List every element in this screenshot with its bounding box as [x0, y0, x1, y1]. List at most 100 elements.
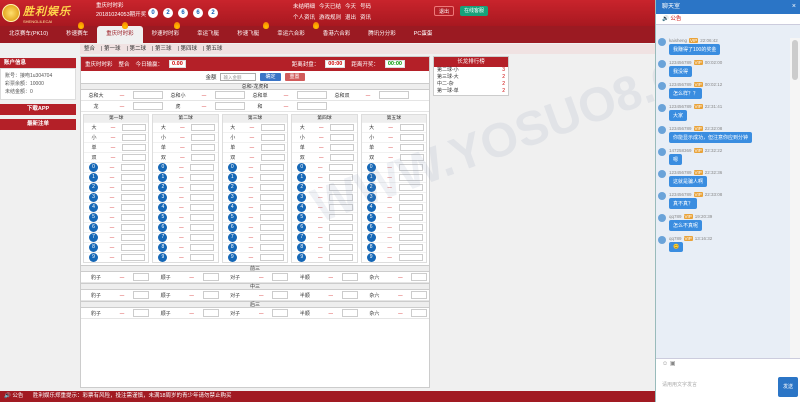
- bet-input[interactable]: [190, 194, 215, 201]
- link-settled[interactable]: 今天已结: [319, 4, 341, 10]
- confirm-button[interactable]: 确定: [260, 73, 281, 81]
- amount-input[interactable]: 输入金额: [220, 73, 257, 81]
- bet-input[interactable]: [190, 174, 215, 181]
- bet-input[interactable]: [259, 174, 284, 181]
- bet-input[interactable]: [272, 291, 289, 299]
- link-news[interactable]: 资讯: [360, 15, 371, 21]
- bet-input[interactable]: [121, 244, 145, 251]
- bet-input[interactable]: [398, 234, 423, 241]
- link-rules[interactable]: 游戏规则: [319, 15, 341, 21]
- nav-item-active[interactable]: 重庆时时彩: [97, 26, 143, 43]
- nav-item[interactable]: 秒速赛车: [57, 26, 97, 43]
- send-button[interactable]: 发送: [778, 377, 798, 397]
- bet-input[interactable]: [133, 273, 149, 281]
- nav-item[interactable]: PC蛋蛋: [405, 26, 442, 43]
- bet-input[interactable]: [121, 194, 145, 201]
- bet-input[interactable]: [398, 224, 423, 231]
- subnav-item[interactable]: 第二球: [129, 46, 146, 52]
- bet-input[interactable]: [133, 91, 163, 99]
- bet-input[interactable]: [411, 273, 428, 281]
- bet-input[interactable]: [329, 254, 354, 261]
- bet-input[interactable]: [191, 144, 216, 151]
- bet-input[interactable]: [121, 254, 145, 261]
- chat-scrollbar[interactable]: [790, 38, 800, 358]
- bet-input[interactable]: [121, 174, 145, 181]
- bet-input[interactable]: [190, 234, 215, 241]
- bet-input[interactable]: [259, 254, 284, 261]
- exit-button[interactable]: 退出: [434, 6, 455, 16]
- bet-input[interactable]: [191, 154, 216, 161]
- bet-input[interactable]: [272, 309, 289, 317]
- latest-bets-button[interactable]: 最新注单: [0, 119, 76, 130]
- bet-input[interactable]: [260, 134, 285, 141]
- bet-input[interactable]: [122, 134, 146, 141]
- bet-input[interactable]: [121, 184, 145, 191]
- bet-input[interactable]: [341, 291, 358, 299]
- bet-input[interactable]: [133, 291, 149, 299]
- nav-item[interactable]: 秒速飞艇: [228, 26, 268, 43]
- bet-input[interactable]: [202, 309, 219, 317]
- bet-input[interactable]: [297, 91, 327, 99]
- subnav-item[interactable]: 第三球: [155, 46, 172, 52]
- emoji-icon[interactable]: ☺: [662, 361, 668, 367]
- bet-input[interactable]: [259, 204, 284, 211]
- link-logout[interactable]: 退出: [345, 15, 356, 21]
- bet-input[interactable]: [190, 204, 215, 211]
- bet-input[interactable]: [259, 234, 284, 241]
- bet-input[interactable]: [259, 164, 284, 171]
- bet-input[interactable]: [191, 134, 216, 141]
- chat-input[interactable]: 请用用文字发言: [662, 381, 697, 388]
- bet-input[interactable]: [329, 234, 354, 241]
- link-numbers[interactable]: 号码: [360, 4, 371, 10]
- bet-input[interactable]: [341, 273, 358, 281]
- image-icon[interactable]: ▣: [670, 361, 676, 367]
- subnav-item[interactable]: 第五球: [206, 46, 223, 52]
- bet-input[interactable]: [379, 91, 409, 99]
- subnav-item[interactable]: 整合: [84, 46, 95, 52]
- bet-input[interactable]: [191, 124, 216, 131]
- subnav-item[interactable]: 第四球: [180, 46, 197, 52]
- bet-input[interactable]: [122, 154, 146, 161]
- bet-input[interactable]: [330, 144, 355, 151]
- bet-input[interactable]: [190, 184, 215, 191]
- bet-input[interactable]: [330, 134, 355, 141]
- bet-input[interactable]: [329, 244, 354, 251]
- bet-input[interactable]: [260, 154, 285, 161]
- bet-input[interactable]: [190, 164, 215, 171]
- bet-input[interactable]: [259, 214, 284, 221]
- close-icon[interactable]: ×: [792, 0, 796, 14]
- bet-input[interactable]: [411, 291, 428, 299]
- bet-input[interactable]: [190, 244, 215, 251]
- bet-input[interactable]: [398, 254, 423, 261]
- brand-logo[interactable]: 胜利娱乐 SHENGLILECAI: [2, 3, 80, 24]
- bet-input[interactable]: [121, 234, 145, 241]
- bet-input[interactable]: [260, 144, 285, 151]
- service-button[interactable]: 在线客服: [460, 6, 489, 16]
- bet-input[interactable]: [330, 154, 355, 161]
- bet-input[interactable]: [133, 309, 149, 317]
- bet-input[interactable]: [215, 91, 245, 99]
- bet-input[interactable]: [297, 102, 327, 110]
- nav-item[interactable]: 北京赛车(PK10): [0, 26, 57, 43]
- bet-input[interactable]: [399, 124, 424, 131]
- bet-input[interactable]: [259, 244, 284, 251]
- download-app-button[interactable]: 下载APP: [0, 104, 76, 115]
- nav-item[interactable]: 香港六合彩: [314, 26, 360, 43]
- link-unsettled[interactable]: 未结明细: [293, 4, 315, 10]
- bet-input[interactable]: [202, 273, 219, 281]
- bet-input[interactable]: [133, 102, 163, 110]
- nav-item[interactable]: 秒速时时彩: [143, 26, 189, 43]
- bet-input[interactable]: [121, 214, 145, 221]
- bet-input[interactable]: [122, 124, 146, 131]
- bet-input[interactable]: [330, 124, 355, 131]
- bet-input[interactable]: [259, 184, 284, 191]
- link-profile[interactable]: 个人资讯: [293, 15, 315, 21]
- bet-input[interactable]: [259, 194, 284, 201]
- subnav-item[interactable]: 第一球: [104, 46, 121, 52]
- bet-input[interactable]: [190, 254, 215, 261]
- chat-notice-tab[interactable]: 🔊 公告: [656, 14, 800, 25]
- bet-input[interactable]: [398, 244, 423, 251]
- bet-input[interactable]: [122, 144, 146, 151]
- bet-input[interactable]: [411, 309, 428, 317]
- bet-input[interactable]: [190, 224, 215, 231]
